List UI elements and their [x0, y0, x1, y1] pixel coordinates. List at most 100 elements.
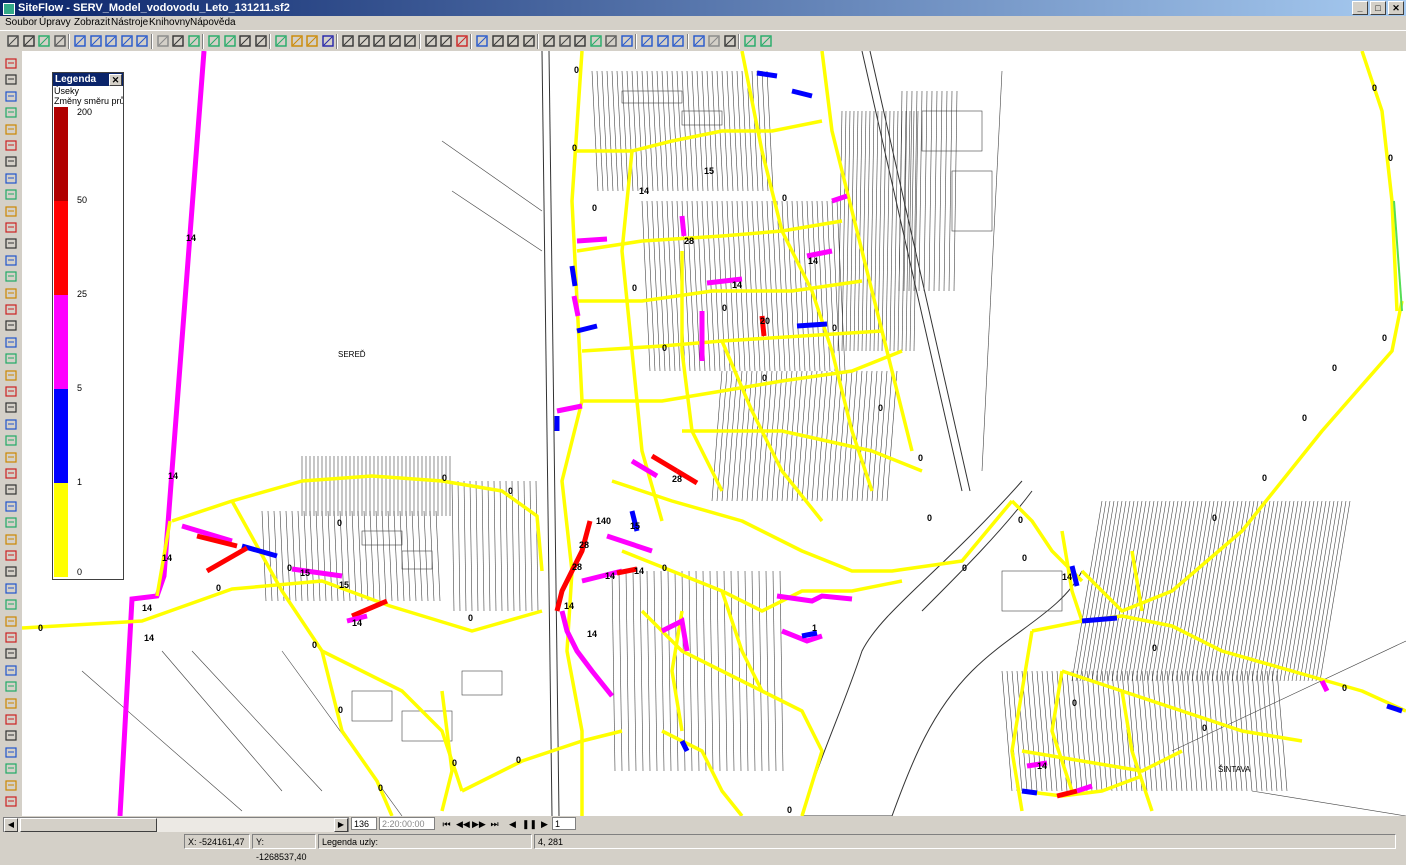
toolbar-tool-icon[interactable] — [22, 34, 36, 48]
play-back-button[interactable]: ◀ — [506, 818, 519, 830]
tool-palette-icon[interactable] — [4, 172, 18, 185]
map-canvas[interactable]: SEREĎ ŠINTAVA 14 14 14 14 14 15 15 14 14… — [22, 51, 1406, 816]
toolbar-tool-icon[interactable] — [290, 34, 304, 48]
tool-palette-icon[interactable] — [4, 713, 18, 726]
toolbar-tool-icon[interactable] — [223, 34, 237, 48]
toolbar-tool-icon[interactable] — [671, 34, 685, 48]
toolbar-tool-icon[interactable] — [372, 34, 386, 48]
tool-palette-icon[interactable] — [4, 418, 18, 431]
toolbar-tool-icon[interactable] — [506, 34, 520, 48]
legend-panel[interactable]: Legenda ✕ Úseky Změny směru průtoku 200 … — [52, 72, 124, 580]
toolbar-tool-icon[interactable] — [707, 34, 721, 48]
tool-palette-icon[interactable] — [4, 73, 18, 86]
tool-palette-icon[interactable] — [4, 254, 18, 267]
tool-palette-icon[interactable] — [4, 188, 18, 201]
tool-palette-icon[interactable] — [4, 582, 18, 595]
tool-palette-icon[interactable] — [4, 779, 18, 792]
menu-nastroje[interactable]: Nástroje — [111, 17, 148, 28]
tool-palette-icon[interactable] — [4, 795, 18, 808]
play-button[interactable]: ▶ — [538, 818, 551, 830]
tool-palette-icon[interactable] — [4, 598, 18, 611]
tool-palette-icon[interactable] — [4, 467, 18, 480]
tool-palette-icon[interactable] — [4, 565, 18, 578]
prev-step-button[interactable]: ◀◀ — [456, 818, 470, 830]
tool-palette-icon[interactable] — [4, 106, 18, 119]
pause-button[interactable]: ❚❚ — [522, 818, 537, 830]
horizontal-scrollbar[interactable]: ◀ ▶ — [3, 817, 349, 833]
toolbar-tool-icon[interactable] — [207, 34, 221, 48]
network-map[interactable]: SEREĎ ŠINTAVA 14 14 14 14 14 15 15 14 14… — [22, 51, 1406, 816]
toolbar-tool-icon[interactable] — [403, 34, 417, 48]
tool-palette-icon[interactable] — [4, 401, 18, 414]
tool-palette-icon[interactable] — [4, 90, 18, 103]
minimize-button[interactable]: _ — [1352, 1, 1368, 15]
tool-palette-icon[interactable] — [4, 631, 18, 644]
tool-palette-icon[interactable] — [4, 369, 18, 382]
toolbar-tool-icon[interactable] — [89, 34, 103, 48]
toolbar-tool-icon[interactable] — [759, 34, 773, 48]
tool-palette-icon[interactable] — [4, 500, 18, 513]
frame-field[interactable]: 1 — [552, 817, 576, 830]
close-button[interactable]: ✕ — [1388, 1, 1404, 15]
tool-palette-icon[interactable] — [4, 729, 18, 742]
menu-napoveda[interactable]: Nápověda — [190, 17, 236, 28]
tool-palette-icon[interactable] — [4, 57, 18, 70]
toolbar-tool-icon[interactable] — [604, 34, 618, 48]
toolbar-tool-icon[interactable] — [640, 34, 654, 48]
toolbar-tool-icon[interactable] — [558, 34, 572, 48]
tool-palette-icon[interactable] — [4, 516, 18, 529]
scroll-thumb[interactable] — [20, 818, 157, 832]
time-field[interactable]: 2:20:00:00 — [379, 817, 435, 830]
menu-zobrazit[interactable]: Zobrazit — [74, 17, 110, 28]
tool-palette-icon[interactable] — [4, 336, 18, 349]
tool-palette-icon[interactable] — [4, 762, 18, 775]
tool-palette-icon[interactable] — [4, 615, 18, 628]
toolbar-tool-icon[interactable] — [424, 34, 438, 48]
toolbar-tool-icon[interactable] — [692, 34, 706, 48]
tool-palette-icon[interactable] — [4, 123, 18, 136]
toolbar-tool-icon[interactable] — [475, 34, 489, 48]
scroll-right-button[interactable]: ▶ — [334, 818, 348, 832]
toolbar-tool-icon[interactable] — [620, 34, 634, 48]
tool-palette-icon[interactable] — [4, 680, 18, 693]
tool-palette-icon[interactable] — [4, 303, 18, 316]
toolbar-tool-icon[interactable] — [135, 34, 149, 48]
toolbar-tool-icon[interactable] — [723, 34, 737, 48]
toolbar-tool-icon[interactable] — [120, 34, 134, 48]
tool-palette-icon[interactable] — [4, 205, 18, 218]
menu-soubor[interactable]: Soubor — [5, 17, 37, 28]
tool-palette-icon[interactable] — [4, 155, 18, 168]
toolbar-tool-icon[interactable] — [656, 34, 670, 48]
toolbar-tool-icon[interactable] — [573, 34, 587, 48]
tool-palette-icon[interactable] — [4, 533, 18, 546]
toolbar-tool-icon[interactable] — [542, 34, 556, 48]
toolbar-tool-icon[interactable] — [238, 34, 252, 48]
next-step-button[interactable]: ▶▶ — [472, 818, 486, 830]
tool-palette-icon[interactable] — [4, 287, 18, 300]
menu-upravy[interactable]: Úpravy — [39, 17, 71, 28]
toolbar-tool-icon[interactable] — [274, 34, 288, 48]
tool-palette-icon[interactable] — [4, 221, 18, 234]
toolbar-tool-icon[interactable] — [254, 34, 268, 48]
toolbar-tool-icon[interactable] — [73, 34, 87, 48]
toolbar-tool-icon[interactable] — [37, 34, 51, 48]
tool-palette-icon[interactable] — [4, 746, 18, 759]
toolbar-tool-icon[interactable] — [439, 34, 453, 48]
tool-palette-icon[interactable] — [4, 451, 18, 464]
tool-palette-icon[interactable] — [4, 237, 18, 250]
tool-palette-icon[interactable] — [4, 483, 18, 496]
toolbar-tool-icon[interactable] — [187, 34, 201, 48]
tool-palette-icon[interactable] — [4, 352, 18, 365]
tool-palette-icon[interactable] — [4, 549, 18, 562]
toolbar-tool-icon[interactable] — [388, 34, 402, 48]
toolbar-tool-icon[interactable] — [104, 34, 118, 48]
tool-palette-icon[interactable] — [4, 319, 18, 332]
scroll-left-button[interactable]: ◀ — [4, 818, 18, 832]
toolbar-tool-icon[interactable] — [522, 34, 536, 48]
toolbar-tool-icon[interactable] — [321, 34, 335, 48]
tool-palette-icon[interactable] — [4, 385, 18, 398]
tool-palette-icon[interactable] — [4, 664, 18, 677]
step-field[interactable]: 136 — [351, 817, 377, 830]
last-step-button[interactable]: ⏭ — [488, 818, 501, 830]
tool-palette-icon[interactable] — [4, 434, 18, 447]
